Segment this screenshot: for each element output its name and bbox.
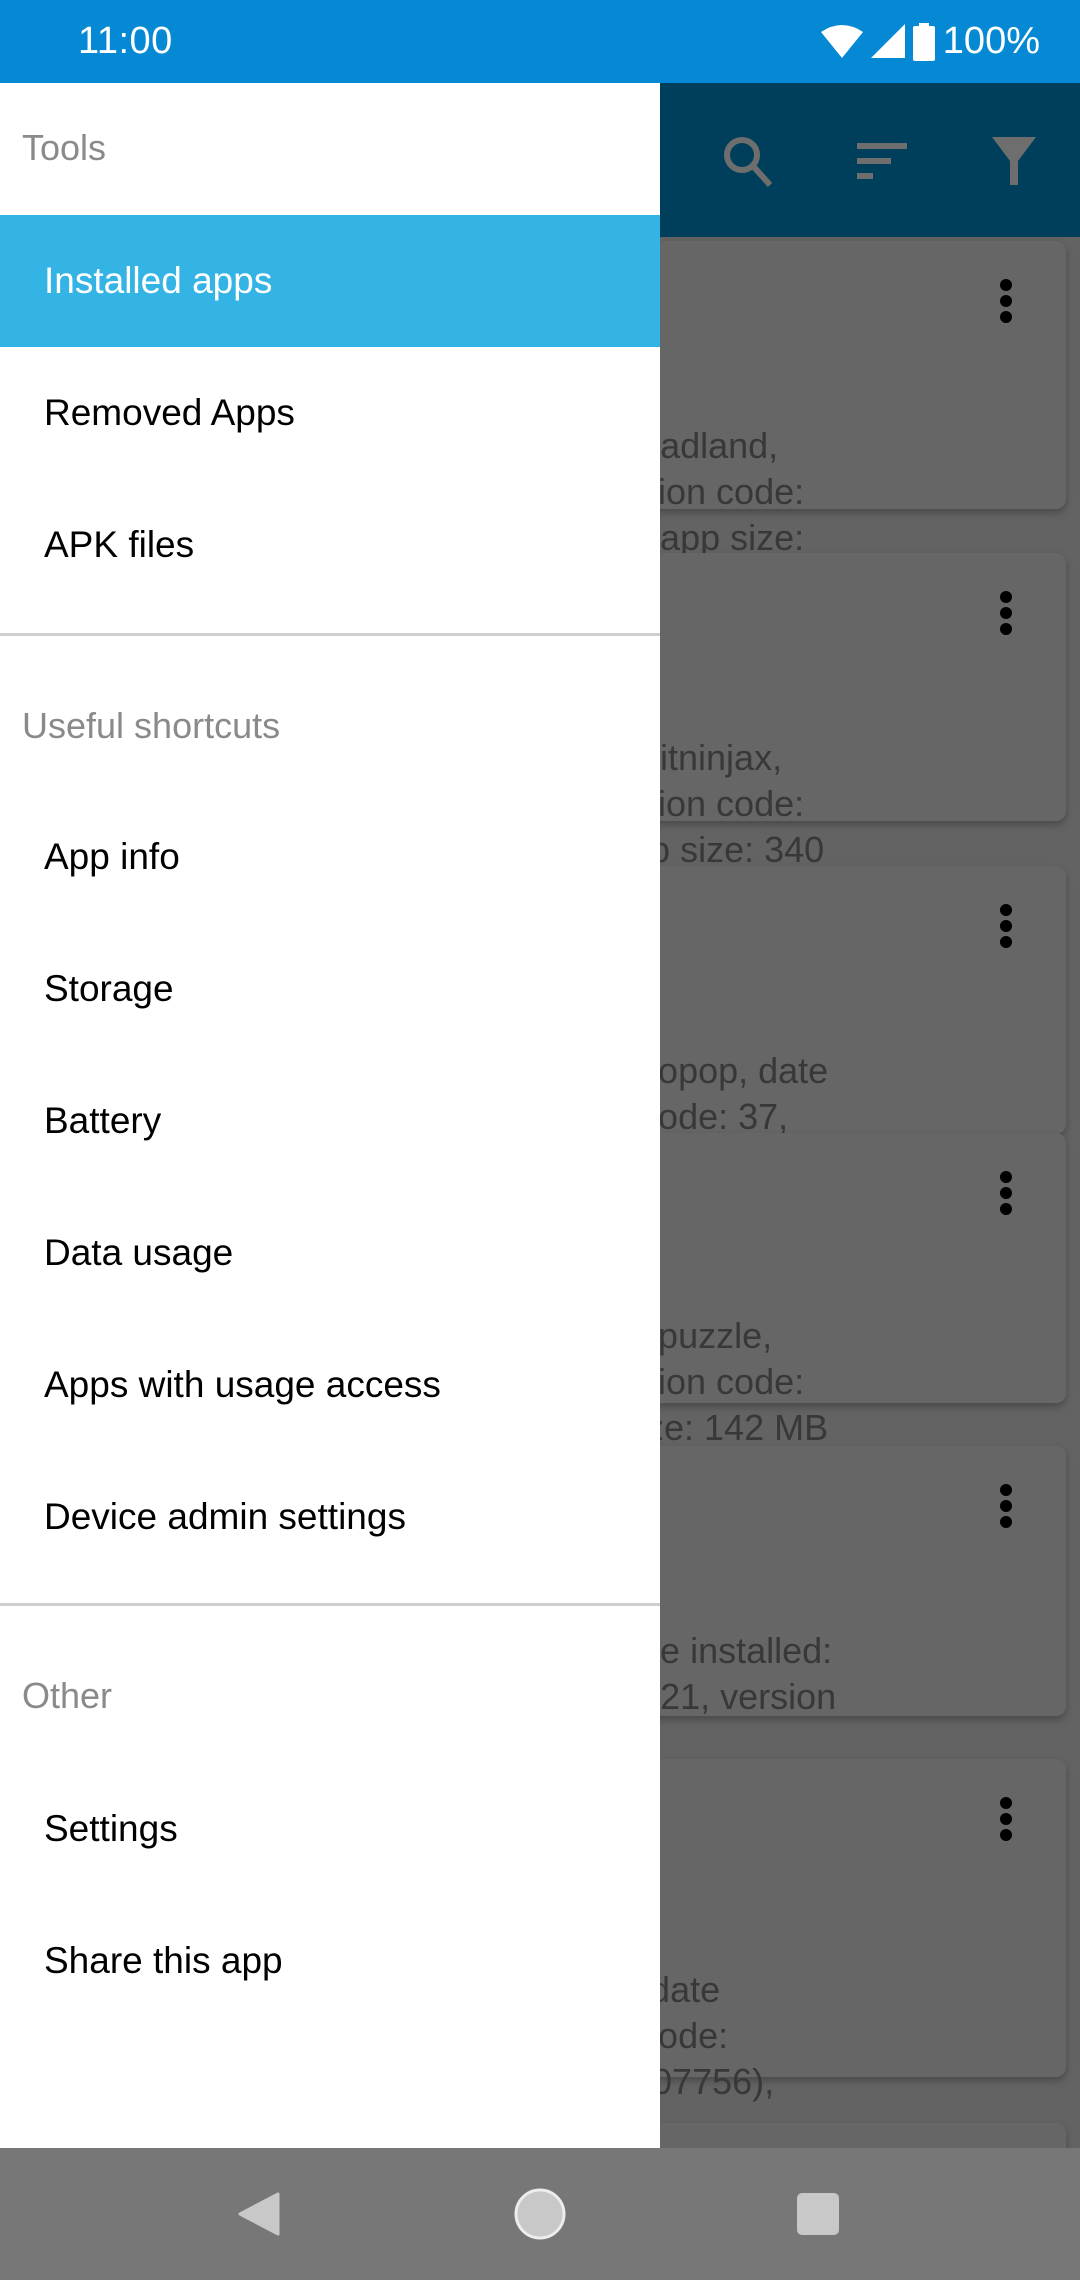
battery-percent: 100% (942, 20, 1040, 62)
drawer-item-battery[interactable]: Battery (0, 1055, 660, 1187)
more-options-icon[interactable] (996, 904, 1016, 954)
wifi-icon (820, 24, 863, 60)
drawer-item-data-usage[interactable]: Data usage (0, 1187, 660, 1319)
system-navigation-bar (0, 2148, 1080, 2280)
app-card[interactable]: k.fruitninjax, version code:, app size: 3… (590, 553, 1066, 870)
app-card[interactable]: b.evopop, dateon code: 37,e: 169 MB (590, 866, 1066, 1183)
drawer-item-installed-apps[interactable]: Installed apps (0, 215, 660, 347)
drawer-item-apk-files[interactable]: APK files (0, 479, 660, 611)
drawer-item-apps-with-usage-access[interactable]: Apps with usage access (0, 1319, 660, 1451)
app-card[interactable]: , date installed: 27121, versionMB (590, 1446, 1066, 1763)
drawer-item-app-info[interactable]: App info (0, 791, 660, 923)
drawer-item-storage[interactable]: Storage (0, 923, 660, 1055)
cell-signal-icon (870, 23, 905, 60)
filter-icon[interactable] (984, 131, 1044, 191)
app-card[interactable]: tion.puzzle, version code: p size: 142 MB (590, 1133, 1066, 1448)
recents-button[interactable] (786, 2182, 850, 2246)
status-icons: 100% (820, 20, 1040, 63)
search-icon[interactable] (718, 131, 778, 191)
navigation-drawer: Tools Installed apps Removed Apps APK fi… (0, 83, 660, 2148)
home-button[interactable] (508, 2182, 572, 2246)
back-button[interactable] (226, 2182, 290, 2246)
more-options-icon[interactable] (996, 591, 1016, 641)
drawer-item-share-this-app[interactable]: Share this app (0, 1895, 660, 2027)
status-time: 11:00 (78, 20, 173, 62)
sort-icon[interactable] (852, 131, 912, 191)
drawer-item-removed-apps[interactable]: Removed Apps (0, 347, 660, 479)
section-header-other: Other (22, 1675, 113, 1716)
more-options-icon[interactable] (996, 1484, 1016, 1534)
divider (0, 633, 660, 636)
app-card[interactable]: nd.badland, version code: .45, app size: (590, 241, 1066, 558)
app-card[interactable]: ne, dateon code:4 (107756), (590, 1759, 1066, 2102)
more-options-icon[interactable] (996, 279, 1016, 329)
more-options-icon[interactable] (996, 1797, 1016, 1847)
app-card-details: ne, dateon code:4 (107756), (590, 1969, 775, 2102)
more-options-icon[interactable] (996, 1171, 1016, 1221)
status-bar: 11:00 100% (0, 0, 1080, 83)
section-header-useful-shortcuts: Useful shortcuts (22, 705, 281, 746)
divider (0, 1603, 660, 1606)
battery-icon (912, 22, 935, 61)
section-header-tools: Tools (22, 127, 107, 168)
drawer-item-device-admin-settings[interactable]: Device admin settings (0, 1451, 660, 1583)
drawer-item-settings[interactable]: Settings (0, 1763, 660, 1895)
app-card[interactable] (590, 2123, 1066, 2148)
